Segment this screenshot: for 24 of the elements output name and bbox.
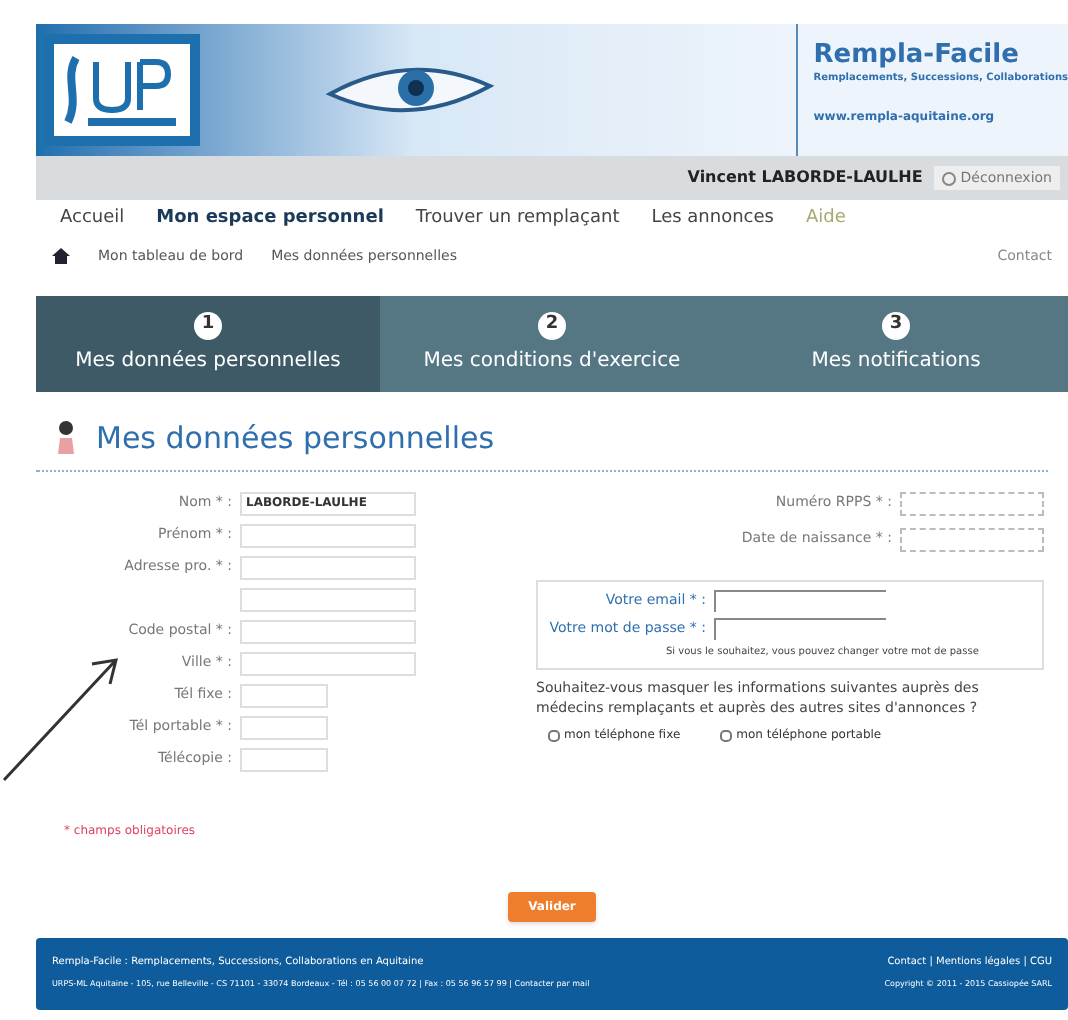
person-icon xyxy=(56,420,76,457)
page-title: Mes données personnelles xyxy=(96,418,495,460)
step-number: 1 xyxy=(194,312,222,340)
text-field[interactable] xyxy=(900,527,1044,551)
text-field[interactable] xyxy=(714,617,886,639)
user-name: Vincent LABORDE-LAULHE xyxy=(687,166,923,190)
step-tab[interactable]: 2 Mes conditions d'exercice xyxy=(380,296,724,392)
nav-link[interactable]: Mon espace personnel xyxy=(156,206,384,234)
step-number: 2 xyxy=(538,312,566,340)
nav-link[interactable]: Trouver un remplaçant xyxy=(415,206,620,234)
step-tab[interactable]: 1 Mes données personnelles xyxy=(36,296,380,392)
logo-icon xyxy=(44,34,200,146)
checkbox[interactable] xyxy=(548,729,560,741)
step-number: 3 xyxy=(882,312,910,340)
nav-link[interactable]: Accueil xyxy=(60,206,125,234)
nav-link[interactable]: Les annonces xyxy=(651,206,774,234)
arrow-drawing xyxy=(0,652,124,784)
power-icon xyxy=(942,171,957,185)
text-field[interactable] xyxy=(714,589,886,611)
checkbox[interactable] xyxy=(720,729,733,741)
site-title: Rempla-Facile xyxy=(813,40,1021,72)
step-tab[interactable]: 3 Mes notifications xyxy=(724,296,1068,392)
text-field[interactable] xyxy=(900,491,1044,515)
home-icon[interactable] xyxy=(52,248,70,264)
